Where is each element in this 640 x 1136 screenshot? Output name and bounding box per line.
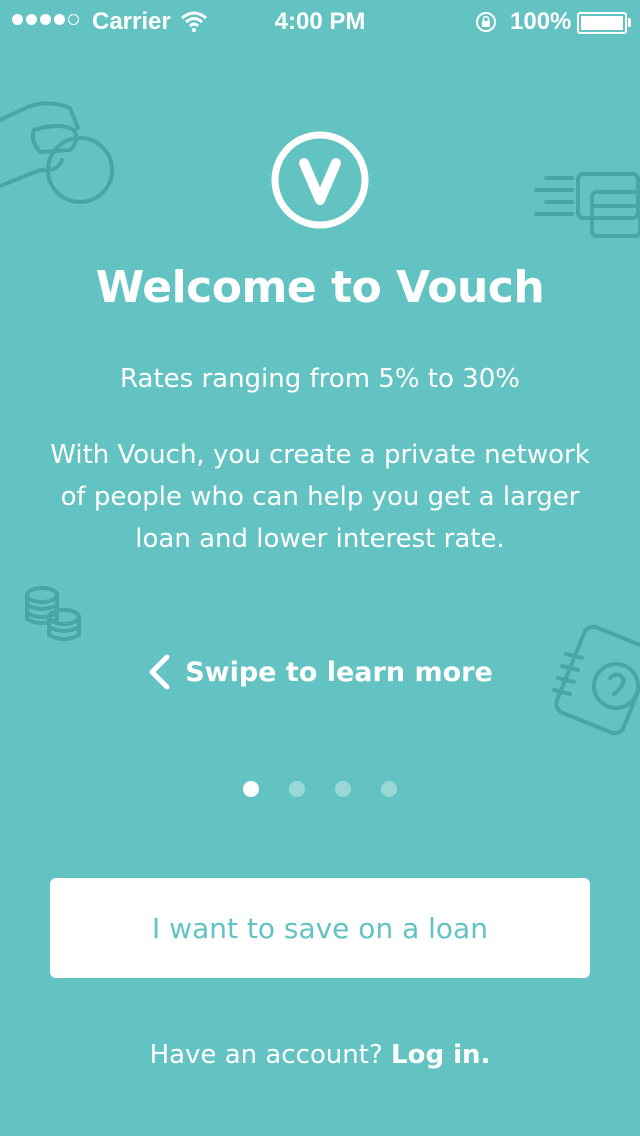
page-dot[interactable] [289,781,305,797]
page-dot[interactable] [243,781,259,797]
swipe-hint-label: Swipe to learn more [185,656,493,688]
credit-cards-icon [534,172,640,238]
page-indicator[interactable] [0,781,640,797]
page-dot[interactable] [381,781,397,797]
battery-icon [577,12,627,34]
status-bar: Carrier 4:00 PM 100% [0,0,640,44]
login-prompt: Have an account? Log in. [0,1040,640,1070]
rotation-lock-icon [476,12,496,32]
battery-tip [628,18,631,27]
battery-percent: 100% [510,8,572,35]
hand-coin-icon [0,101,114,204]
swipe-hint[interactable]: Swipe to learn more [0,650,640,694]
account-prompt-text: Have an account? [149,1040,383,1070]
save-on-loan-button[interactable]: I want to save on a loan [50,878,590,978]
intro-description: With Vouch, you create a private network… [50,440,590,554]
chevron-left-icon [149,654,170,690]
vouch-logo-icon [271,131,369,229]
coin-stack-icon [25,586,81,641]
login-link[interactable]: Log in. [391,1040,490,1070]
rate-subtitle: Rates ranging from 5% to 30% [120,364,520,394]
page-dot[interactable] [335,781,351,797]
page-title: Welcome to Vouch [95,262,545,313]
